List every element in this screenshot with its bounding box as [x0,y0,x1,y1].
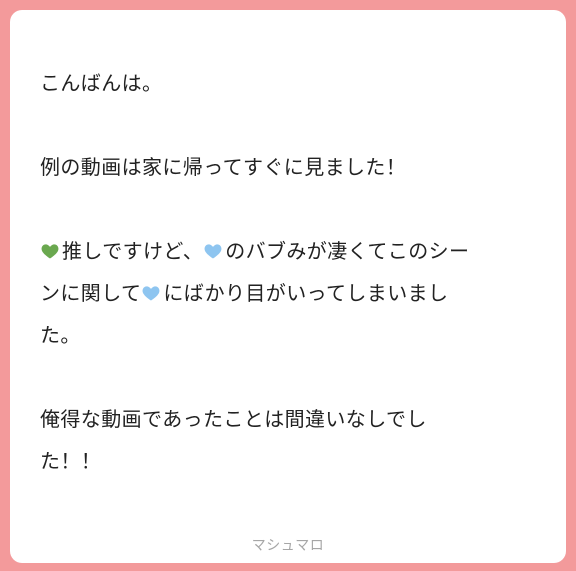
message-card: こんばんは。 例の動画は家に帰ってすぐに見ました！ 推しですけど、 のバブみが凄… [10,10,566,563]
message-line: 推しですけど、 のバブみが凄くてこのシー [40,230,536,272]
message-line: 例の動画は家に帰ってすぐに見ました！ [40,146,536,188]
message-body: こんばんは。 例の動画は家に帰ってすぐに見ました！ 推しですけど、 のバブみが凄… [40,62,536,482]
message-line: た！！ [40,440,536,482]
message-text: のバブみが凄くてこのシー [225,239,470,263]
message-text: こんばんは。 [40,71,163,95]
message-line: 俺得な動画であったことは間違いなしでし [40,398,536,440]
message-text: 例の動画は家に帰ってすぐに見ました！ [40,155,407,179]
marshmallow-brand-label: マシュマロ [251,538,325,554]
blue-heart-icon [142,286,160,301]
message-line: た。 [40,314,536,356]
message-text: にばかり目がいってしまいまし [163,281,449,305]
message-text: ンに関して [40,281,142,305]
message-text: た！！ [40,449,102,473]
message-line: こんばんは。 [40,62,536,104]
message-text: た。 [40,323,81,347]
message-line: ンに関して にばかり目がいってしまいまし [40,272,536,314]
green-heart-icon [41,244,59,259]
message-text: 推しですけど、 [62,239,204,263]
blue-heart-icon [204,244,222,259]
message-text: 俺得な動画であったことは間違いなしでし [40,407,427,431]
